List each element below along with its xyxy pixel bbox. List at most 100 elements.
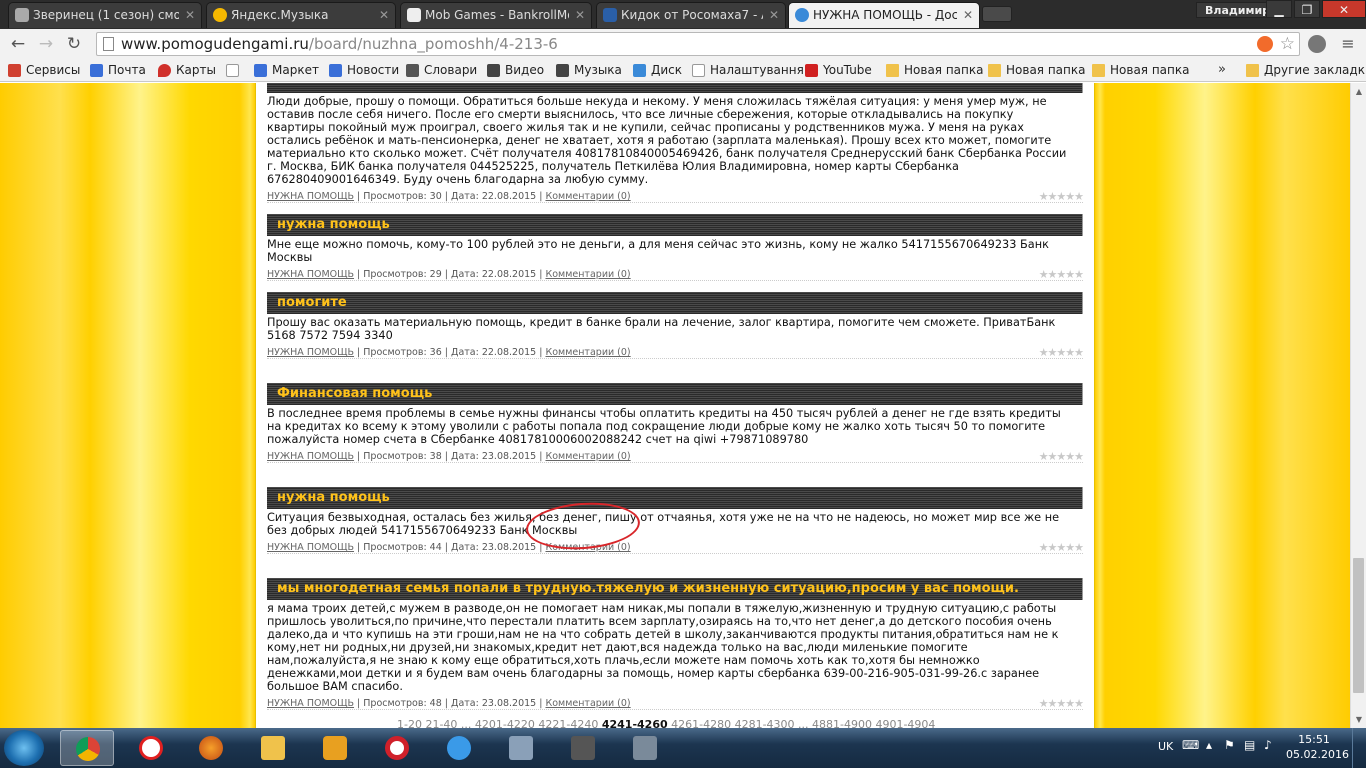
taskbar-wows[interactable]	[494, 730, 548, 766]
url-text[interactable]: www.pomogudengami.ru/board/nuzhna_pomosh…	[121, 33, 558, 55]
page-icon	[692, 64, 705, 77]
bookmark-youtube[interactable]: YouTube	[805, 62, 872, 79]
tab-mob-games[interactable]: Mob Games - BankrollMob ✕	[400, 2, 592, 28]
bookmark-video[interactable]: Видео	[487, 62, 544, 79]
bookmark-maps[interactable]: Карты	[158, 62, 216, 79]
keyboard-icon[interactable]: ⌨	[1182, 738, 1199, 752]
address-bar[interactable]: www.pomogudengami.ru/board/nuzhna_pomosh…	[96, 32, 1300, 56]
rating-stars-icon[interactable]: ★★★★★	[1039, 541, 1084, 554]
taskbar-wg[interactable]	[618, 730, 672, 766]
pager-current: 4241-4260	[601, 718, 668, 728]
pager-links-after[interactable]: 4261-4280 4281-4300 ... 4881-4900 4901-4…	[671, 718, 935, 728]
show-desktop-button[interactable]	[1352, 728, 1366, 768]
start-button[interactable]	[4, 730, 44, 766]
language-indicator[interactable]: UK	[1158, 740, 1173, 753]
extension-icon[interactable]	[1257, 36, 1273, 52]
close-window-button[interactable]: ✕	[1322, 0, 1366, 18]
taskbar-wot[interactable]	[556, 730, 610, 766]
taskbar-ie[interactable]	[432, 730, 486, 766]
post-category-link[interactable]: НУЖНА ПОМОЩЬ	[267, 698, 354, 709]
tab-yandex-music[interactable]: Яндекс.Музыка ✕	[206, 2, 396, 28]
new-tab-button[interactable]	[982, 6, 1012, 22]
bookmark-services[interactable]: Сервисы	[8, 62, 80, 79]
bookmark-news[interactable]: Новости	[329, 62, 399, 79]
tab-close-icon[interactable]: ✕	[961, 3, 975, 27]
tab-kidok[interactable]: Кидок от Росомаха7 - Ар ✕	[596, 2, 786, 28]
tab-close-icon[interactable]: ✕	[183, 3, 197, 27]
post-comments-link[interactable]: Комментарии (0)	[545, 347, 630, 358]
reload-icon[interactable]: ↻	[62, 33, 86, 55]
bookmark-disk[interactable]: Диск	[633, 62, 682, 79]
post-title[interactable]: мы многодетная семья попали в трудную.тя…	[267, 578, 1083, 600]
bookmark-blank[interactable]	[226, 62, 244, 79]
back-arrow-icon[interactable]: ←	[6, 33, 30, 55]
bookmark-settings[interactable]: Налаштування	[692, 62, 804, 79]
post-category-link[interactable]: НУЖНА ПОМОЩЬ	[267, 191, 354, 202]
minimize-button[interactable]: ▁	[1266, 0, 1292, 18]
post-meta: НУЖНА ПОМОЩЬ | Просмотров: 30 | Дата: 22…	[267, 190, 1084, 203]
taskbar-explorer[interactable]	[246, 730, 300, 766]
bookmark-folder-1[interactable]: Новая папка	[886, 62, 983, 79]
taskbar-yandex[interactable]	[124, 730, 178, 766]
tab-zverinets[interactable]: Зверинец (1 сезон) смотр ✕	[8, 2, 202, 28]
network-icon[interactable]: ▤	[1244, 738, 1255, 752]
play-icon	[487, 64, 500, 77]
post-category-link[interactable]: НУЖНА ПОМОЩЬ	[267, 542, 354, 553]
post-category-link[interactable]: НУЖНА ПОМОЩЬ	[267, 347, 354, 358]
bookmark-folder-2[interactable]: Новая папка	[988, 62, 1085, 79]
globe-extension-icon[interactable]	[1308, 35, 1326, 53]
rating-stars-icon[interactable]: ★★★★★	[1039, 190, 1084, 203]
bookmarks-overflow-chevron-icon[interactable]: »	[1218, 62, 1226, 77]
forward-arrow-icon[interactable]: →	[34, 33, 58, 55]
bookmark-mail[interactable]: Почта	[90, 62, 146, 79]
bookmark-market[interactable]: Маркет	[254, 62, 319, 79]
bookmark-star-icon[interactable]: ☆	[1280, 33, 1295, 55]
clock[interactable]: 15:51 05.02.2016	[1286, 732, 1349, 762]
scroll-up-arrow-icon[interactable]: ▲	[1354, 87, 1364, 96]
tab-close-icon[interactable]: ✕	[573, 3, 587, 27]
post-text: я мама троих детей,с мужем в разводе,он …	[267, 602, 1059, 693]
star-icon	[633, 64, 646, 77]
post-2: нужна помощь Мне еще можно помочь, кому-…	[267, 214, 1084, 281]
post-meta: НУЖНА ПОМОЩЬ | Просмотров: 36 | Дата: 22…	[267, 346, 1084, 359]
taskbar-chrome[interactable]	[60, 730, 114, 766]
rating-stars-icon[interactable]: ★★★★★	[1039, 268, 1084, 281]
scroll-down-arrow-icon[interactable]: ▼	[1354, 715, 1364, 724]
restore-button[interactable]: ❐	[1294, 0, 1320, 18]
post-title[interactable]: нужна помощь	[267, 214, 1083, 236]
bookmark-other[interactable]: Другие закладки	[1246, 62, 1366, 79]
taskbar-media[interactable]	[308, 730, 362, 766]
post-comments-link[interactable]: Комментарии (0)	[545, 698, 630, 709]
post-date: Дата: 23.08.2015	[451, 451, 537, 462]
rating-stars-icon[interactable]: ★★★★★	[1039, 450, 1084, 463]
bookmark-dictionaries[interactable]: Словари	[406, 62, 477, 79]
chrome-menu-icon[interactable]: ≡	[1338, 34, 1358, 54]
pager-links-before[interactable]: 1-20 21-40 ... 4201-4220 4221-4240	[397, 718, 598, 728]
volume-icon[interactable]: ♪	[1264, 738, 1272, 752]
post-title[interactable]	[267, 83, 1083, 93]
post-category-link[interactable]: НУЖНА ПОМОЩЬ	[267, 269, 354, 280]
page-scrollbar[interactable]: ▲ ▼	[1350, 83, 1366, 728]
post-title[interactable]: помогите	[267, 292, 1083, 314]
flag-icon[interactable]: ⚑	[1224, 738, 1235, 752]
tab-close-icon[interactable]: ✕	[377, 3, 391, 27]
post-comments-link[interactable]: Комментарии (0)	[545, 451, 630, 462]
bookmark-label: Новая папка	[904, 63, 984, 77]
post-title[interactable]: Финансовая помощь	[267, 383, 1083, 405]
tab-title: Mob Games - BankrollMob	[425, 8, 569, 22]
show-hidden-icons-icon[interactable]: ▴	[1206, 738, 1212, 752]
taskbar-opera[interactable]	[370, 730, 424, 766]
scrollbar-thumb[interactable]	[1353, 558, 1364, 693]
post-title[interactable]: нужна помощь	[267, 487, 1083, 509]
post-comments-link[interactable]: Комментарии (0)	[545, 191, 630, 202]
tab-nuzhna-pomoshh[interactable]: НУЖНА ПОМОЩЬ - Доск ✕	[788, 2, 980, 28]
taskbar-firefox[interactable]	[184, 730, 238, 766]
rating-stars-icon[interactable]: ★★★★★	[1039, 346, 1084, 359]
bookmark-music[interactable]: Музыка	[556, 62, 622, 79]
bookmark-folder-3[interactable]: Новая папка	[1092, 62, 1189, 79]
tab-close-icon[interactable]: ✕	[767, 3, 781, 27]
post-comments-link[interactable]: Комментарии (0)	[545, 269, 630, 280]
post-category-link[interactable]: НУЖНА ПОМОЩЬ	[267, 451, 354, 462]
rating-stars-icon[interactable]: ★★★★★	[1039, 697, 1084, 710]
board-content: Люди добрые, прошу о помощи. Обратиться …	[255, 83, 1095, 728]
